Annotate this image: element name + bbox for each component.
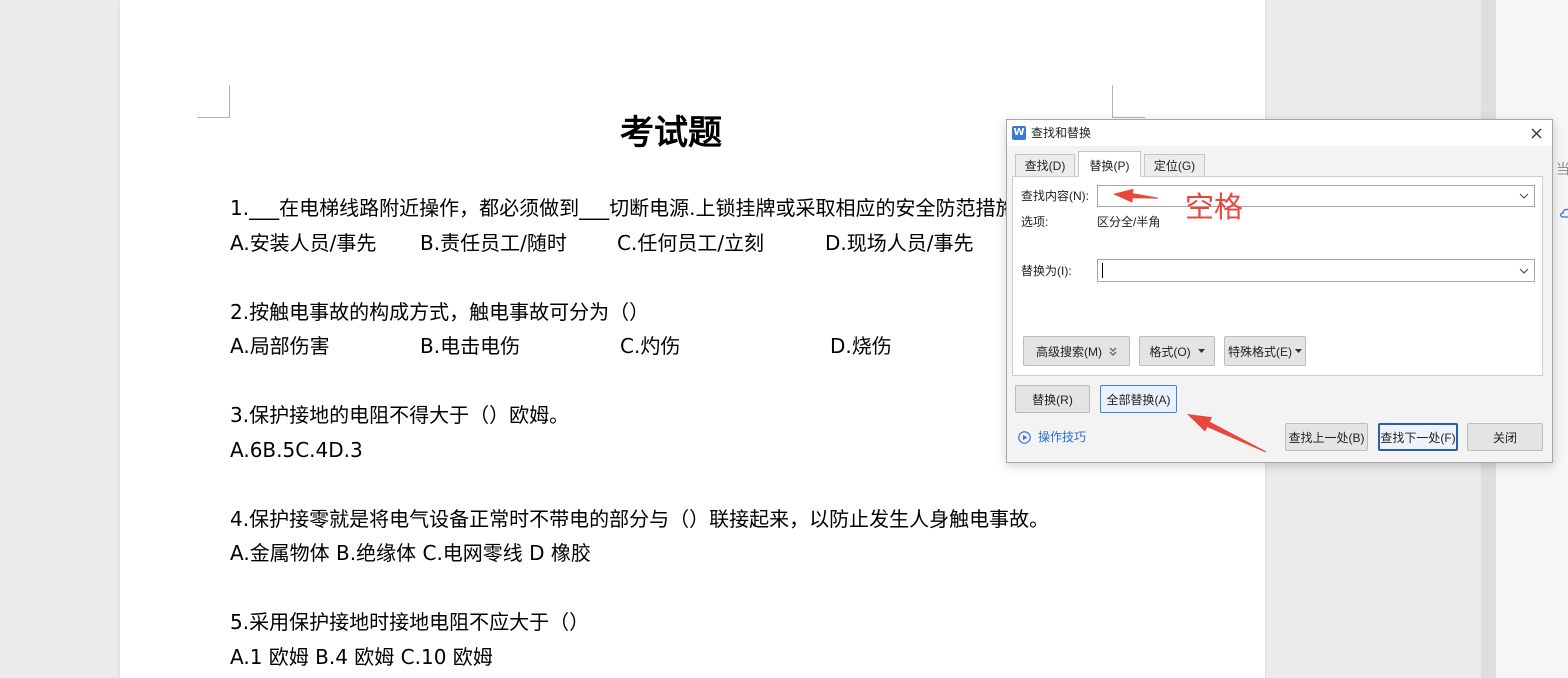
- dialog-title: 查找和替换: [1031, 126, 1092, 140]
- replace-with-label: 替换为(I):: [1021, 264, 1072, 278]
- chevron-down-icon[interactable]: [1519, 193, 1529, 199]
- special-format-label: 特殊格式(E): [1228, 344, 1292, 359]
- options-value: 区分全/半角: [1097, 215, 1161, 229]
- question-2-option-a: A.局部伤害: [230, 334, 330, 358]
- find-replace-dialog[interactable]: W 查找和替换 查找(D) 替换(P) 定位(G) 查找内容(N): 选项: 区…: [1006, 119, 1553, 463]
- question-5-text: 5.采用保护接地时接地电阻不应大于（）: [230, 610, 590, 634]
- caret-down-icon: [1197, 349, 1205, 353]
- question-1-option-b: B.责任员工/随时: [420, 230, 567, 255]
- text-caret: [1102, 263, 1103, 278]
- question-2-option-d: D.烧伤: [830, 334, 892, 358]
- dialog-close-button[interactable]: [1526, 123, 1546, 143]
- advanced-search-label: 高级搜索(M): [1036, 344, 1102, 359]
- advanced-search-button[interactable]: 高级搜索(M): [1023, 336, 1130, 366]
- question-1-option-a: A.安装人员/事先: [230, 230, 377, 255]
- annotation-label: 空格: [1185, 190, 1244, 224]
- options-label: 选项:: [1021, 215, 1049, 229]
- find-what-label: 查找内容(N):: [1021, 189, 1089, 203]
- tab-replace[interactable]: 替换(P): [1078, 151, 1141, 177]
- side-panel-label[interactable]: 当: [1556, 161, 1568, 179]
- cloud-icon[interactable]: [1560, 206, 1568, 220]
- question-4-options: A.金属物体 B.绝缘体 C.电网零线 D 橡胶: [230, 541, 591, 565]
- replace-all-button[interactable]: 全部替换(A): [1100, 385, 1177, 413]
- replace-with-input[interactable]: [1098, 260, 1508, 281]
- find-next-button[interactable]: 查找下一处(F): [1378, 423, 1458, 451]
- play-circle-icon[interactable]: [1018, 431, 1031, 444]
- dialog-titlebar[interactable]: W 查找和替换: [1007, 120, 1552, 146]
- question-4-text: 4.保护接零就是将电气设备正常时不带电的部分与（）联接起来，以防止发生人身触电事…: [230, 506, 1050, 531]
- question-1-option-c: C.任何员工/立刻: [617, 230, 765, 255]
- empty-paragraph: [230, 467, 1240, 502]
- find-previous-button[interactable]: 查找上一处(B): [1285, 423, 1368, 451]
- question-2-option-c: C.灼伤: [620, 334, 681, 358]
- format-button[interactable]: 格式(O): [1139, 336, 1215, 366]
- close-icon[interactable]: [1531, 128, 1542, 139]
- special-format-button[interactable]: 特殊格式(E): [1224, 336, 1306, 366]
- replace-tab-panel: 查找内容(N): 选项: 区分全/半角 替换为(I): 高级搜索(M) 格式(O…: [1012, 176, 1543, 376]
- page-corner-mark-top-left: [197, 85, 230, 118]
- tips-link[interactable]: 操作技巧: [1038, 430, 1086, 445]
- tab-find[interactable]: 查找(D): [1015, 154, 1075, 176]
- tab-goto[interactable]: 定位(G): [1144, 154, 1205, 176]
- close-button[interactable]: 关闭: [1467, 423, 1543, 451]
- replace-with-combobox[interactable]: [1097, 259, 1535, 282]
- wps-writer-icon: W: [1012, 126, 1026, 140]
- format-label: 格式(O): [1149, 344, 1191, 359]
- document-title: 考试题: [620, 113, 722, 153]
- question-5-options: A.1 欧姆 B.4 欧姆 C.10 欧姆: [230, 644, 493, 669]
- empty-paragraph: [230, 571, 1240, 606]
- find-what-input[interactable]: [1098, 186, 1508, 206]
- replace-button[interactable]: 替换(R): [1015, 385, 1090, 413]
- question-1-option-d: D.现场人员/事先: [825, 230, 974, 255]
- caret-down-icon: [1295, 349, 1302, 353]
- question-2-option-b: B.电击电伤: [420, 334, 521, 358]
- page-corner-mark-top-right: [1112, 85, 1145, 118]
- find-what-combobox[interactable]: [1097, 185, 1535, 207]
- double-chevron-down-icon: [1109, 347, 1117, 356]
- chevron-down-icon[interactable]: [1519, 268, 1529, 274]
